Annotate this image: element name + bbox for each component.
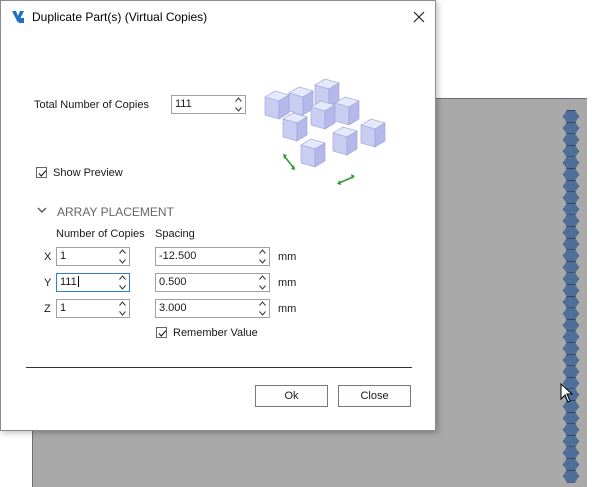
spacing-value-x: -12.500 — [159, 250, 197, 262]
spin-down-icon[interactable] — [258, 311, 266, 316]
copies-value-y-wrap: 111 — [60, 276, 79, 288]
spin-up-icon[interactable] — [118, 301, 126, 306]
array-placement-header[interactable]: ARRAY PLACEMENT — [57, 205, 174, 219]
copies-input-y[interactable]: 111 — [56, 273, 130, 292]
ok-button[interactable]: Ok — [255, 385, 328, 407]
copies-value-x: 1 — [60, 250, 67, 262]
remember-value-checkbox[interactable] — [156, 327, 167, 338]
title-bar[interactable]: Duplicate Part(s) (Virtual Copies) — [1, 1, 435, 33]
spin-up-icon[interactable] — [118, 249, 126, 254]
checkmark-icon — [158, 330, 167, 337]
spin-up-icon[interactable] — [258, 275, 266, 280]
text-caret — [77, 276, 79, 287]
copies-input-z[interactable]: 1 — [56, 299, 130, 318]
show-preview-checkbox[interactable] — [36, 167, 47, 178]
spacing-value-y: 0.500 — [159, 276, 187, 288]
spin-up-icon[interactable] — [258, 249, 266, 254]
duplicate-parts-dialog: Duplicate Part(s) (Virtual Copies) Total… — [0, 0, 436, 431]
cube-array-illustration — [264, 78, 386, 185]
unit-label-z: mm — [278, 303, 297, 315]
spin-down-icon[interactable] — [258, 259, 266, 264]
spin-down-icon[interactable] — [118, 285, 126, 290]
unit-label-x: mm — [278, 251, 297, 263]
axis-label-z: Z — [44, 303, 51, 315]
copies-value-z: 1 — [60, 302, 67, 314]
spacing-input-y[interactable]: 0.500 — [155, 273, 270, 292]
axis-label-y: Y — [44, 277, 52, 289]
spin-down-icon[interactable] — [118, 259, 126, 264]
copies-input-x[interactable]: 1 — [56, 247, 130, 266]
checkmark-icon — [38, 170, 47, 177]
spin-up-icon[interactable] — [118, 275, 126, 280]
close-button[interactable]: Close — [338, 385, 411, 407]
axis-label-x: X — [44, 251, 52, 263]
close-icon[interactable] — [409, 7, 429, 27]
column-header-spacing: Spacing — [155, 228, 195, 240]
total-copies-value: 111 — [175, 98, 192, 110]
unit-label-y: mm — [278, 277, 297, 289]
total-copies-label: Total Number of Copies — [34, 99, 149, 111]
spacing-input-z[interactable]: 3.000 — [155, 299, 270, 318]
chevron-down-icon[interactable] — [37, 207, 47, 214]
spin-up-icon[interactable] — [258, 301, 266, 306]
dialog-title: Duplicate Part(s) (Virtual Copies) — [32, 10, 208, 24]
spin-down-icon[interactable] — [258, 285, 266, 290]
divider — [26, 367, 412, 368]
remember-value-label[interactable]: Remember Value — [173, 327, 258, 339]
show-preview-label[interactable]: Show Preview — [53, 167, 123, 179]
spin-down-icon[interactable] — [118, 311, 126, 316]
mouse-cursor-icon — [560, 383, 574, 403]
spacing-input-x[interactable]: -12.500 — [155, 247, 270, 266]
column-header-copies: Number of Copies — [56, 228, 145, 240]
copies-value-y: 111 — [60, 276, 77, 288]
spacing-value-z: 3.000 — [159, 302, 187, 314]
app-icon — [12, 11, 24, 23]
spin-up-icon[interactable] — [234, 97, 242, 102]
total-copies-input[interactable]: 111 — [171, 95, 246, 114]
spin-down-icon[interactable] — [234, 107, 242, 112]
